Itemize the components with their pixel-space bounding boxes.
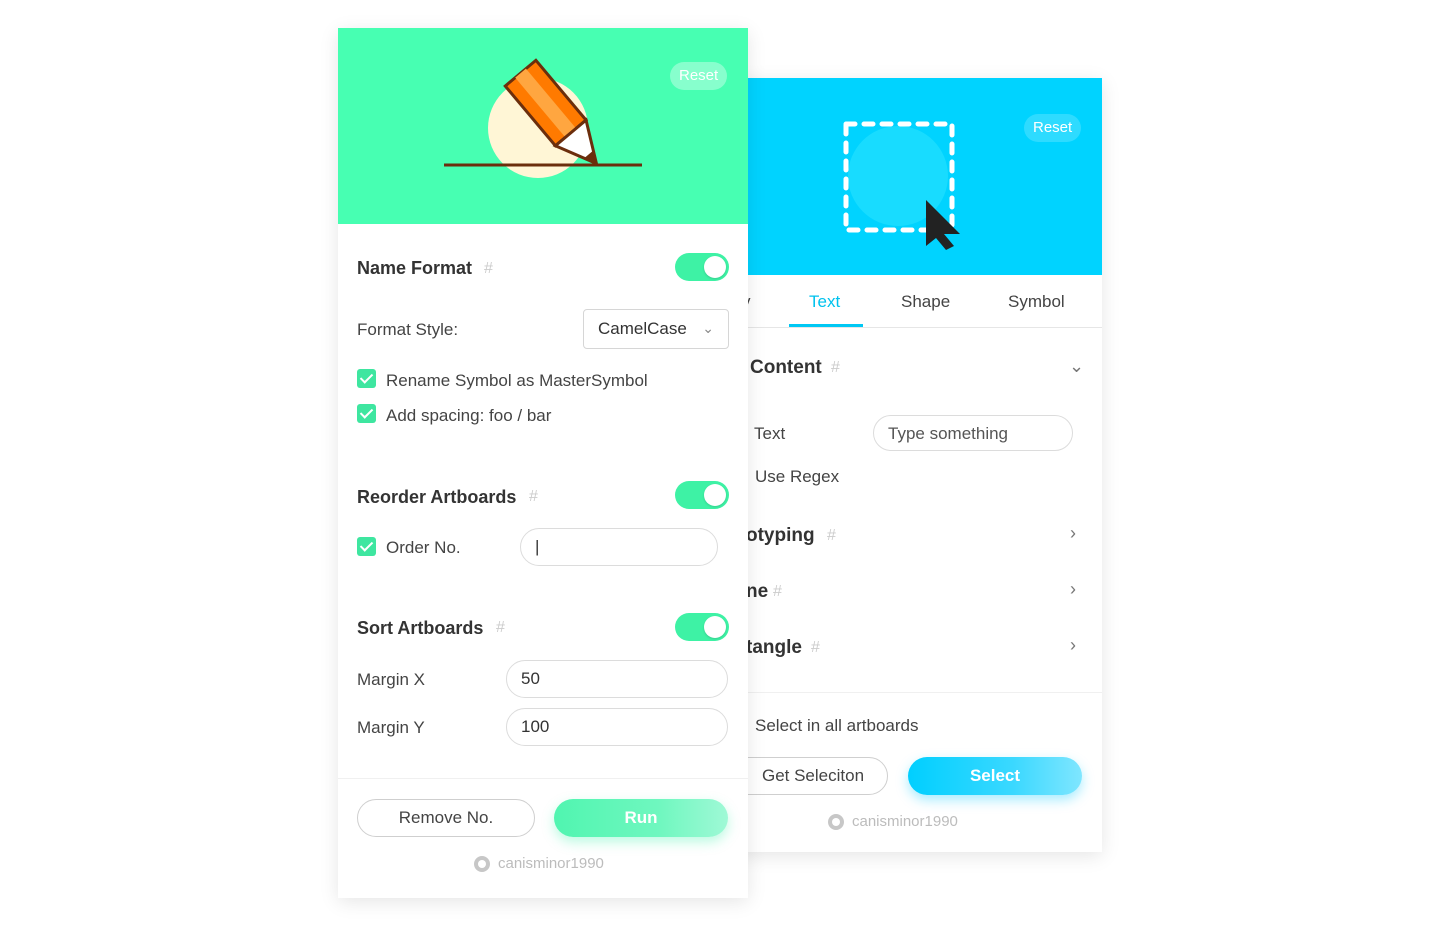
hash-icon: # <box>827 527 836 544</box>
get-selection-button[interactable]: Get Seleciton <box>738 757 888 795</box>
rename-panel: Reset Name Format # Format Style: CamelC… <box>338 28 748 898</box>
hash-icon: # <box>484 260 493 277</box>
sort-artboards-title: Sort Artboards <box>357 618 484 638</box>
use-regex-label[interactable]: Use Regex <box>755 467 839 487</box>
tab-text[interactable]: Text <box>809 292 840 312</box>
tab-symbol[interactable]: Symbol <box>1008 292 1065 312</box>
order-no-input[interactable]: | <box>520 528 718 566</box>
selector-hero-banner: Reset <box>738 78 1102 275</box>
selector-panel: Reset y Text Shape Symbol Content # ⌄ Te… <box>738 78 1102 852</box>
rename-symbol-checkbox[interactable] <box>357 369 376 388</box>
format-style-label: Format Style: <box>357 320 459 339</box>
reorder-artboards-toggle[interactable] <box>675 481 729 509</box>
select-all-artboards-label[interactable]: Select in all artboards <box>755 716 918 736</box>
content-section-title[interactable]: Content <box>750 357 822 379</box>
format-style-select[interactable]: CamelCase ⌄ <box>583 309 729 349</box>
hash-icon: # <box>831 359 840 376</box>
add-spacing-label: Add spacing: foo / bar <box>386 406 552 425</box>
text-search-input[interactable]: Type something <box>873 415 1073 451</box>
hash-icon: # <box>811 639 820 656</box>
credit-text: canisminor1990 <box>498 855 604 872</box>
chevron-right-icon[interactable]: › <box>1070 579 1076 600</box>
name-format-title: Name Format <box>357 258 473 278</box>
tab-bar: y Text Shape Symbol <box>738 275 1102 328</box>
hash-icon: # <box>496 619 505 636</box>
reset-button[interactable]: Reset <box>670 62 728 90</box>
text-label: Text <box>754 424 786 443</box>
margin-x-input[interactable]: 50 <box>506 660 728 698</box>
selection-illustration-icon <box>843 121 960 250</box>
reset-button[interactable]: Reset <box>1024 114 1082 142</box>
chevron-right-icon[interactable]: › <box>1070 523 1076 544</box>
rename-symbol-label: Rename Symbol as MasterSymbol <box>386 371 648 390</box>
rectangle-section-title[interactable]: tangle <box>746 637 802 659</box>
rename-footer: Remove No. Run canisminor1990 <box>338 778 748 898</box>
margin-y-label: Margin Y <box>357 718 425 737</box>
remove-number-button[interactable]: Remove No. <box>357 799 535 837</box>
margin-y-input[interactable]: 100 <box>506 708 728 746</box>
margin-x-label: Margin X <box>357 670 426 689</box>
selector-footer: Select in all artboards Get Seleciton Se… <box>738 692 1102 852</box>
chevron-down-icon: ⌄ <box>702 320 714 336</box>
reorder-artboards-title: Reorder Artboards <box>357 487 517 507</box>
rename-hero-banner: Reset <box>338 28 748 224</box>
sort-artboards-toggle[interactable] <box>675 613 729 641</box>
format-style-value: CamelCase <box>598 319 687 338</box>
github-icon <box>474 855 490 872</box>
order-no-checkbox[interactable] <box>357 537 376 556</box>
github-credit-link[interactable]: canisminor1990 <box>474 855 604 872</box>
credit-text: canisminor1990 <box>852 813 958 830</box>
prototyping-section-title[interactable]: otyping <box>746 525 815 547</box>
name-section-title[interactable]: ne <box>746 581 768 603</box>
hash-icon: # <box>529 488 538 505</box>
chevron-down-icon[interactable]: ⌄ <box>1069 356 1084 377</box>
order-no-label: Order No. <box>386 538 461 557</box>
name-format-toggle[interactable] <box>675 253 729 281</box>
pencil-illustration-icon <box>444 58 642 178</box>
chevron-right-icon[interactable]: › <box>1070 635 1076 656</box>
github-credit-link[interactable]: canisminor1990 <box>828 813 958 830</box>
active-tab-indicator <box>789 324 863 327</box>
github-icon <box>828 813 844 830</box>
select-button[interactable]: Select <box>908 757 1082 795</box>
add-spacing-checkbox[interactable] <box>357 404 376 423</box>
run-button[interactable]: Run <box>554 799 728 837</box>
hash-icon: # <box>773 583 782 600</box>
tab-shape[interactable]: Shape <box>901 292 950 312</box>
